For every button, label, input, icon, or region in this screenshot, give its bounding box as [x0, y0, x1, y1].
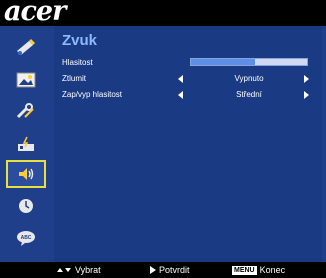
power-volume-value: Střední [236, 90, 262, 99]
hint-select: Vybrat [56, 265, 101, 275]
hint-confirm-label: Potvrdit [159, 265, 190, 275]
management-icon [18, 136, 34, 151]
volume-slider[interactable] [190, 58, 308, 66]
hint-confirm: Potvrdit [150, 265, 190, 275]
image-icon [16, 72, 36, 88]
top-bar: acer [0, 0, 326, 27]
footer-hints: Vybrat Potvrdit MENU Konec [0, 262, 326, 278]
menu-key-badge: MENU [232, 265, 257, 275]
sidebar-item-timer[interactable] [6, 192, 46, 220]
row-volume[interactable]: Hlasitost [54, 56, 322, 70]
power-volume-label: Zap/vyp hlasitost [62, 90, 123, 99]
sidebar-item-management[interactable] [6, 130, 46, 158]
settings-icon [16, 103, 34, 119]
mute-label: Ztlumit [62, 74, 86, 83]
color-icon [17, 39, 35, 55]
right-triangle-icon [150, 266, 156, 274]
acer-logo: acer [4, 0, 66, 27]
speaker-icon [19, 168, 34, 180]
left-arrow-icon[interactable] [178, 91, 183, 99]
sidebar-item-image[interactable] [6, 66, 46, 94]
up-down-arrows-icon [57, 268, 71, 272]
right-arrow-icon[interactable] [304, 75, 309, 83]
svg-text:ABC: ABC [21, 235, 32, 241]
timer-icon [19, 199, 33, 213]
volume-slider-fill [191, 59, 255, 65]
page-title: Zvuk [62, 32, 98, 49]
row-power-volume[interactable]: Zap/vyp hlasitost Střední [54, 88, 322, 102]
sidebar-item-audio[interactable] [6, 160, 46, 188]
mute-value: Vypnuto [234, 74, 264, 83]
hint-select-label: Vybrat [75, 265, 101, 275]
row-mute[interactable]: Ztlumit Vypnuto [54, 72, 322, 86]
sidebar-item-language[interactable]: ABC [6, 224, 46, 252]
left-arrow-icon[interactable] [178, 75, 183, 83]
language-icon: ABC [17, 231, 35, 246]
volume-label: Hlasitost [62, 58, 93, 67]
hint-exit-label: Konec [259, 265, 286, 275]
sidebar: ABC [0, 26, 52, 262]
main-panel: Zvuk Hlasitost Ztlumit Vypnuto Zap/vyp h… [54, 26, 322, 262]
sidebar-item-color[interactable] [6, 34, 46, 62]
osd-window: acer ABC Zvuk Hlasitost Ztlumit Vypnuto … [0, 0, 326, 278]
sidebar-item-settings[interactable] [6, 98, 46, 126]
right-arrow-icon[interactable] [304, 91, 309, 99]
hint-exit: MENU Konec [232, 265, 285, 275]
